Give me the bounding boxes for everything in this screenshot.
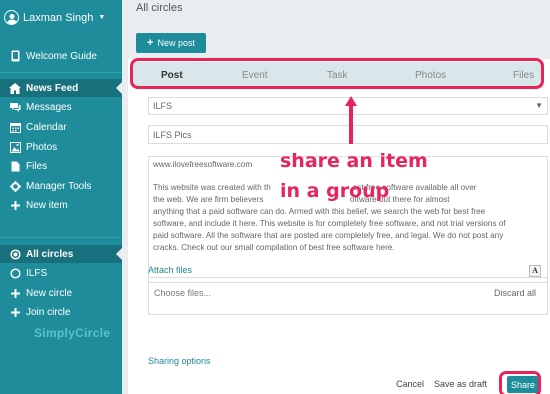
user-avatar-icon xyxy=(4,10,19,25)
user-name: Laxman Singh xyxy=(23,11,94,24)
circle-dot-icon xyxy=(9,248,21,260)
sidebar-item-label: All circles xyxy=(26,248,74,260)
post-body-textarea[interactable]: www.ilovefreesoftware.com This website w… xyxy=(148,156,548,283)
sidebar-item-welcome-guide[interactable]: Welcome Guide xyxy=(9,50,97,62)
sidebar-item-label: Manager Tools xyxy=(26,180,92,192)
calendar-icon xyxy=(9,121,21,133)
breadcrumb: All circles xyxy=(136,2,183,14)
plus-icon: + xyxy=(147,37,154,49)
chevron-down-icon: ▼ xyxy=(98,14,106,21)
sidebar-item-label: Calendar xyxy=(26,121,67,133)
sidebar-item-label: Files xyxy=(26,160,48,172)
sidebar-item-label: New item xyxy=(26,199,68,211)
sidebar-item-new-circle[interactable]: New circle xyxy=(9,287,72,299)
sidebar-item-label: New circle xyxy=(26,287,73,299)
sidebar-item-label: News Feed xyxy=(26,82,79,94)
brand-logo: SimplyCircle xyxy=(34,326,111,340)
choose-files-link[interactable]: Choose files... xyxy=(154,288,211,298)
new-post-label: New post xyxy=(157,38,195,48)
sidebar-divider xyxy=(0,237,122,238)
plus-icon xyxy=(9,287,21,299)
sidebar-item-messages[interactable]: Messages xyxy=(9,101,72,113)
home-icon xyxy=(9,82,21,94)
annotation-line-1: share an item xyxy=(280,150,428,172)
post-composer: Post Event Task Photos Files ILFS ▼ ILFS… xyxy=(128,59,550,394)
sidebar-item-manager-tools[interactable]: Manager Tools xyxy=(9,180,91,192)
file-icon xyxy=(9,160,21,172)
sidebar-item-calendar[interactable]: Calendar xyxy=(9,121,67,133)
body-line: anything that a paid software can do. Ar… xyxy=(153,207,486,216)
sidebar: Laxman Singh ▼ Welcome Guide News Feed M… xyxy=(0,0,122,394)
share-highlight-annotation xyxy=(499,371,541,394)
sidebar-item-ilfs[interactable]: ILFS xyxy=(9,267,47,279)
sidebar-item-files[interactable]: Files xyxy=(9,160,47,172)
sidebar-item-label: Join circle xyxy=(26,306,71,318)
cancel-button[interactable]: Cancel xyxy=(396,379,424,389)
body-line: paid software. All the software that are… xyxy=(153,231,504,240)
chat-icon xyxy=(9,101,21,113)
sidebar-divider xyxy=(0,72,122,73)
sidebar-item-new-item[interactable]: New item xyxy=(9,199,68,211)
circle-icon xyxy=(9,267,21,279)
sidebar-item-join-circle[interactable]: Join circle xyxy=(9,306,70,318)
body-line: software, and include it here. This webs… xyxy=(153,219,506,228)
plus-icon xyxy=(9,199,21,211)
sidebar-item-label: Photos xyxy=(26,141,58,153)
sidebar-item-label: Welcome Guide xyxy=(26,50,97,62)
discard-all-link[interactable]: Discard all xyxy=(494,288,536,298)
group-select-value: ILFS xyxy=(153,101,173,111)
photo-icon xyxy=(9,141,21,153)
body-line: cracks. Check out our small compilation … xyxy=(153,243,395,252)
sharing-options-link[interactable]: Sharing options xyxy=(148,356,211,366)
gear-icon xyxy=(9,180,21,192)
sidebar-item-label: ILFS xyxy=(26,267,48,279)
up-arrow-icon xyxy=(345,96,357,144)
new-post-button[interactable]: + New post xyxy=(136,33,206,53)
chevron-down-icon: ▼ xyxy=(535,101,543,110)
attach-files-label[interactable]: Attach files xyxy=(148,265,192,275)
sidebar-item-all-circles[interactable]: All circles xyxy=(9,248,73,260)
sidebar-item-photos[interactable]: Photos xyxy=(9,141,57,153)
sidebar-item-news-feed[interactable]: News Feed xyxy=(9,82,78,94)
sidebar-item-label: Messages xyxy=(26,101,72,113)
tabs-highlight-annotation xyxy=(130,58,544,89)
text-format-icon[interactable]: A xyxy=(529,265,541,277)
user-menu[interactable]: Laxman Singh ▼ xyxy=(4,10,105,25)
plus-icon xyxy=(9,306,21,318)
save-draft-button[interactable]: Save as draft xyxy=(434,379,487,389)
mobile-icon xyxy=(9,50,21,62)
annotation-line-2: in a group xyxy=(280,180,390,202)
